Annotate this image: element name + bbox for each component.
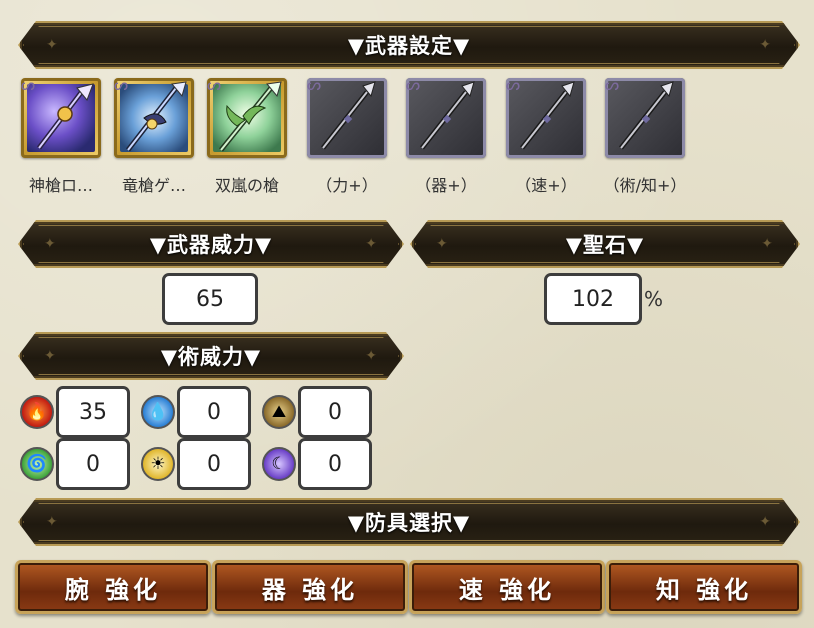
weapon-slot-label: 竜槍ゲ… bbox=[121, 176, 186, 195]
equip-mark-icon: ᔕ bbox=[306, 75, 322, 94]
intelligence-enhance-button[interactable]: 知 強化 bbox=[606, 560, 802, 614]
speed-enhance-button[interactable]: 速 強化 bbox=[409, 560, 605, 614]
dark-power-input[interactable]: 0 bbox=[298, 438, 372, 490]
dark-icon: ☾ bbox=[262, 447, 296, 481]
wind-icon: 🌀 bbox=[20, 447, 54, 481]
ornament-icon: ✦ bbox=[436, 236, 449, 252]
ornament-icon: ✦ bbox=[759, 514, 772, 530]
ornament-icon: ✦ bbox=[365, 236, 378, 252]
equip-mark-icon: ᔕ bbox=[604, 75, 620, 94]
wind-power-input[interactable]: 0 bbox=[56, 438, 130, 490]
holy-stone-header: ✦ ▼聖石▼ ✦ bbox=[410, 220, 800, 268]
weapon-settings-title: ▼武器設定▼ bbox=[347, 34, 471, 58]
dexterity-enhance-button[interactable]: 器 強化 bbox=[212, 560, 408, 614]
weapon-slot-label: （力+） bbox=[316, 176, 378, 195]
art-power-title: ▼術威力▼ bbox=[160, 345, 262, 369]
percent-unit: % bbox=[644, 287, 664, 311]
weapon-slot-5[interactable]: ᔕ bbox=[406, 75, 486, 158]
light-power-input[interactable]: 0 bbox=[177, 438, 251, 490]
light-icon: ☀ bbox=[141, 447, 175, 481]
ornament-icon: ✦ bbox=[759, 37, 772, 53]
equip-mark-icon: ᔕ bbox=[113, 75, 129, 94]
ornament-icon: ✦ bbox=[365, 348, 378, 364]
weapon-slot-label: （速+） bbox=[515, 176, 577, 195]
fire-power-input[interactable]: 35 bbox=[56, 386, 130, 438]
weapon-slot-label: 双嵐の槍 bbox=[214, 176, 279, 195]
equip-mark-icon: ᔕ bbox=[505, 75, 521, 94]
ornament-icon: ✦ bbox=[44, 348, 57, 364]
armor-selection-header[interactable]: ✦ ▼防具選択▼ ✦ bbox=[18, 498, 800, 546]
weapon-settings-header[interactable]: ✦ ▼武器設定▼ ✦ bbox=[18, 21, 800, 69]
weapon-slot-3[interactable]: ᔕ bbox=[207, 75, 287, 158]
armor-selection-title: ▼防具選択▼ bbox=[347, 511, 471, 535]
fire-icon: 🔥 bbox=[20, 395, 54, 429]
equip-mark-icon: ᔕ bbox=[206, 75, 222, 94]
weapon-slot-7[interactable]: ᔕ bbox=[605, 75, 685, 158]
ornament-icon: ✦ bbox=[761, 236, 774, 252]
ornament-icon: ✦ bbox=[46, 514, 59, 530]
arm-enhance-button[interactable]: 腕 強化 bbox=[15, 560, 211, 614]
weapon-slot-2[interactable]: ᔕ bbox=[114, 75, 194, 158]
water-power-input[interactable]: 0 bbox=[177, 386, 251, 438]
holy-stone-input[interactable]: 102 bbox=[544, 273, 642, 325]
art-power-header: ✦ ▼術威力▼ ✦ bbox=[18, 332, 404, 380]
weapon-slot-6[interactable]: ᔕ bbox=[506, 75, 586, 158]
holy-stone-title: ▼聖石▼ bbox=[565, 233, 645, 257]
earth-power-input[interactable]: 0 bbox=[298, 386, 372, 438]
weapon-slot-label: （器+） bbox=[415, 176, 477, 195]
weapon-slot-label: 神槍ロ… bbox=[28, 176, 93, 195]
equip-mark-icon: ᔕ bbox=[20, 75, 36, 94]
weapon-power-header: ✦ ▼武器威力▼ ✦ bbox=[18, 220, 404, 268]
weapon-power-input[interactable]: 65 bbox=[162, 273, 258, 325]
water-icon: 💧 bbox=[141, 395, 175, 429]
ornament-icon: ✦ bbox=[46, 37, 59, 53]
weapon-power-title: ▼武器威力▼ bbox=[149, 233, 273, 257]
ornament-icon: ✦ bbox=[44, 236, 57, 252]
weapon-slot-label: （術/知+） bbox=[603, 176, 687, 195]
weapon-slot-1[interactable]: ᔕ bbox=[21, 75, 101, 158]
earth-icon: ⛰ bbox=[262, 395, 296, 429]
weapon-slot-4[interactable]: ᔕ bbox=[307, 75, 387, 158]
equip-mark-icon: ᔕ bbox=[405, 75, 421, 94]
